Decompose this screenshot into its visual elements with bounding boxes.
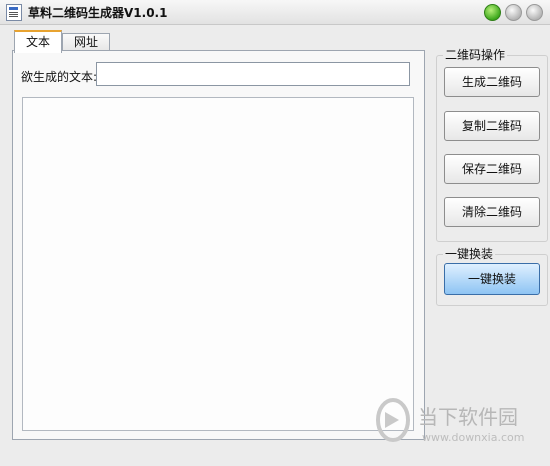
tab-url[interactable]: 网址 xyxy=(62,33,110,51)
text-input[interactable] xyxy=(96,62,410,86)
generate-qr-button[interactable]: 生成二维码 xyxy=(444,67,540,97)
copy-qr-button[interactable]: 复制二维码 xyxy=(444,111,540,141)
watermark-logo-icon xyxy=(376,398,410,442)
skin-group-title: 一键换装 xyxy=(443,245,496,262)
tab-text[interactable]: 文本 xyxy=(14,30,62,53)
watermark-text: 当下软件园 xyxy=(418,405,518,429)
save-qr-button[interactable]: 保存二维码 xyxy=(444,154,540,184)
close-icon[interactable] xyxy=(526,4,543,21)
change-skin-button[interactable]: 一键换装 xyxy=(444,263,540,295)
minimize-icon[interactable] xyxy=(484,4,501,21)
title-bar: 草料二维码生成器V1.0.1 xyxy=(0,0,550,25)
app-icon xyxy=(6,4,22,21)
text-field-label: 欲生成的文本: xyxy=(21,70,98,84)
maximize-icon[interactable] xyxy=(505,4,522,21)
clear-qr-button[interactable]: 清除二维码 xyxy=(444,197,540,227)
window-title: 草料二维码生成器V1.0.1 xyxy=(28,6,168,20)
watermark-url: www.downxia.com xyxy=(422,431,525,444)
content-textarea[interactable] xyxy=(22,97,414,431)
qr-operations-title: 二维码操作 xyxy=(443,46,508,63)
